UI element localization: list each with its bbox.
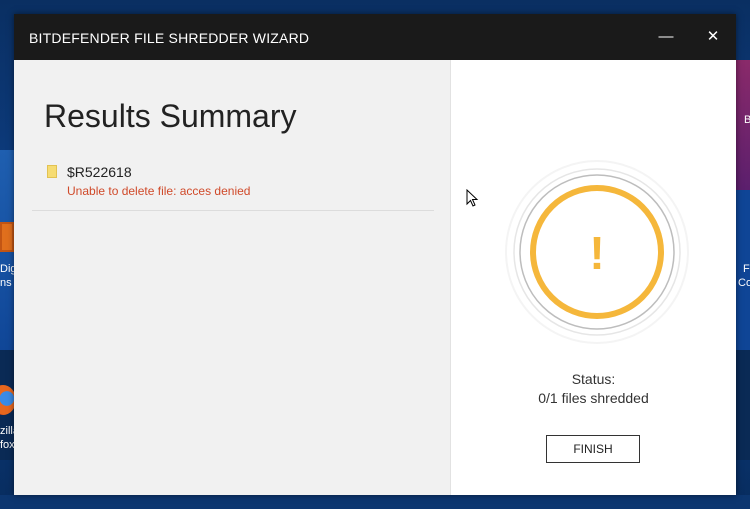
minimize-icon[interactable]: — (651, 24, 681, 50)
status-label: Status: (571, 371, 616, 387)
desktop-icon-label: ns i (0, 277, 12, 289)
results-pane: Results Summary $R522618 Unable to delet… (14, 60, 450, 495)
title-bar: BITDEFENDER FILE SHREDDER WIZARD — ✕ (14, 14, 736, 60)
folder-icon (47, 165, 57, 178)
desktop-background-left (0, 150, 14, 360)
desktop-icon-label: F (743, 263, 750, 275)
desktop-icon-label: Co (738, 277, 750, 289)
mouse-cursor-icon (466, 189, 479, 207)
close-icon[interactable]: ✕ (698, 24, 728, 50)
desktop-icon-label: fox (0, 439, 14, 451)
shredder-wizard-window: BITDEFENDER FILE SHREDDER WIZARD — ✕ Res… (14, 14, 736, 495)
file-name: $R522618 (67, 164, 132, 180)
window-title: BITDEFENDER FILE SHREDDER WIZARD (29, 30, 310, 46)
results-heading: Results Summary (44, 98, 297, 134)
warning-symbol: ! (589, 227, 604, 279)
status-value: 0/1 files shredded (538, 390, 649, 406)
pane-divider (450, 60, 451, 495)
desktop-bottom (0, 495, 750, 509)
finish-button[interactable]: FINISH (546, 435, 640, 463)
desktop-icon-label: zilla (0, 425, 14, 437)
warning-icon: ! (505, 160, 689, 344)
file-error-message: Unable to delete file: acces denied (67, 184, 251, 198)
desktop-icon-label: B (744, 114, 750, 126)
divider (32, 210, 434, 211)
desktop-icon-label: Dig (0, 263, 14, 275)
desktop-app-icon[interactable] (0, 222, 14, 252)
